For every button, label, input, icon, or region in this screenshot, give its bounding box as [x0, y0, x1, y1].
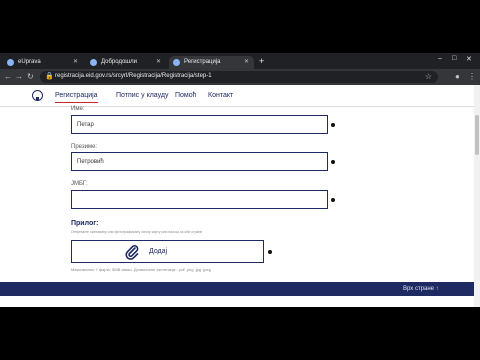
- close-window-icon[interactable]: ✕: [466, 55, 472, 63]
- url-text: registracija.eid.gov.rs/srcyrl/Registrac…: [55, 73, 212, 79]
- tab-registracija[interactable]: Регистрација ✕: [169, 56, 254, 69]
- address-bar[interactable]: 🔒 registracija.eid.gov.rs/srcyrl/Registr…: [40, 71, 438, 83]
- first-name-label: Име:: [71, 106, 85, 112]
- favicon-icon: [7, 59, 14, 66]
- minimize-icon[interactable]: –: [438, 55, 442, 62]
- browser-window: eUprava ✕ Добродошли ✕ Регистрација ✕ + …: [0, 53, 480, 307]
- favicon-icon: [90, 59, 97, 66]
- required-indicator: [331, 123, 335, 127]
- required-indicator: [268, 250, 272, 254]
- tab-label: Добродошли: [101, 59, 137, 65]
- profile-icon[interactable]: ●: [455, 72, 460, 82]
- nav-pomoc[interactable]: Помоћ: [175, 92, 197, 99]
- close-tab-icon[interactable]: ✕: [73, 56, 78, 69]
- required-indicator: [331, 160, 335, 164]
- required-indicator: [331, 198, 335, 202]
- site-logo-icon[interactable]: [32, 90, 43, 101]
- forward-icon[interactable]: →: [15, 72, 23, 82]
- lock-icon: 🔒: [45, 73, 54, 80]
- reload-icon[interactable]: ↻: [27, 72, 34, 82]
- site-navbar: Регистрација Потпис у клауду Помоћ Конта…: [0, 85, 474, 107]
- scrollbar-thumb[interactable]: [475, 115, 479, 155]
- nav-potpis-u-klaudu[interactable]: Потпис у клауду: [116, 92, 168, 99]
- back-icon[interactable]: ←: [4, 72, 12, 82]
- bookmark-star-icon[interactable]: ☆: [425, 72, 432, 81]
- tab-euprava[interactable]: eUprava ✕: [3, 56, 83, 69]
- jmbg-field[interactable]: [71, 190, 328, 209]
- nav-registracija[interactable]: Регистрација: [55, 92, 98, 103]
- tab-dobrodosli[interactable]: Добродошли ✕: [86, 56, 166, 69]
- formats-hint: Максимално 7 фајла, 5MB свако. Дозвољене…: [71, 267, 211, 272]
- footer-bar: Врх стране ↑: [0, 282, 480, 296]
- close-tab-icon[interactable]: ✕: [244, 56, 249, 69]
- close-tab-icon[interactable]: ✕: [156, 56, 161, 69]
- page-scrollbar[interactable]: [474, 85, 480, 307]
- tab-label: Регистрација: [184, 59, 221, 65]
- last-name-label: Презиме:: [71, 144, 98, 150]
- attachment-title: Прилог:: [71, 220, 99, 227]
- menu-kebab-icon[interactable]: ⋮: [468, 72, 476, 82]
- first-name-field[interactable]: Петар: [71, 115, 328, 134]
- back-to-top-link[interactable]: Врх стране ↑: [403, 286, 439, 292]
- tab-strip: eUprava ✕ Добродошли ✕ Регистрација ✕ + …: [0, 53, 480, 69]
- jmbg-label: ЈМБГ:: [71, 181, 88, 187]
- new-tab-icon[interactable]: +: [259, 56, 264, 67]
- favicon-icon: [173, 59, 180, 66]
- attachment-hint: Отпремите скенирану или фотографисану ли…: [71, 230, 203, 234]
- tab-label: eUprava: [18, 59, 41, 65]
- maximize-icon[interactable]: □: [452, 55, 456, 62]
- upload-label: Додај: [149, 248, 168, 255]
- upload-button[interactable]: Додај: [71, 240, 264, 263]
- browser-toolbar: ← → ↻ 🔒 registracija.eid.gov.rs/srcyrl/R…: [0, 69, 480, 85]
- paperclip-icon: [125, 245, 139, 260]
- last-name-field[interactable]: Петровић: [71, 152, 328, 171]
- nav-kontakt[interactable]: Контакт: [208, 92, 233, 99]
